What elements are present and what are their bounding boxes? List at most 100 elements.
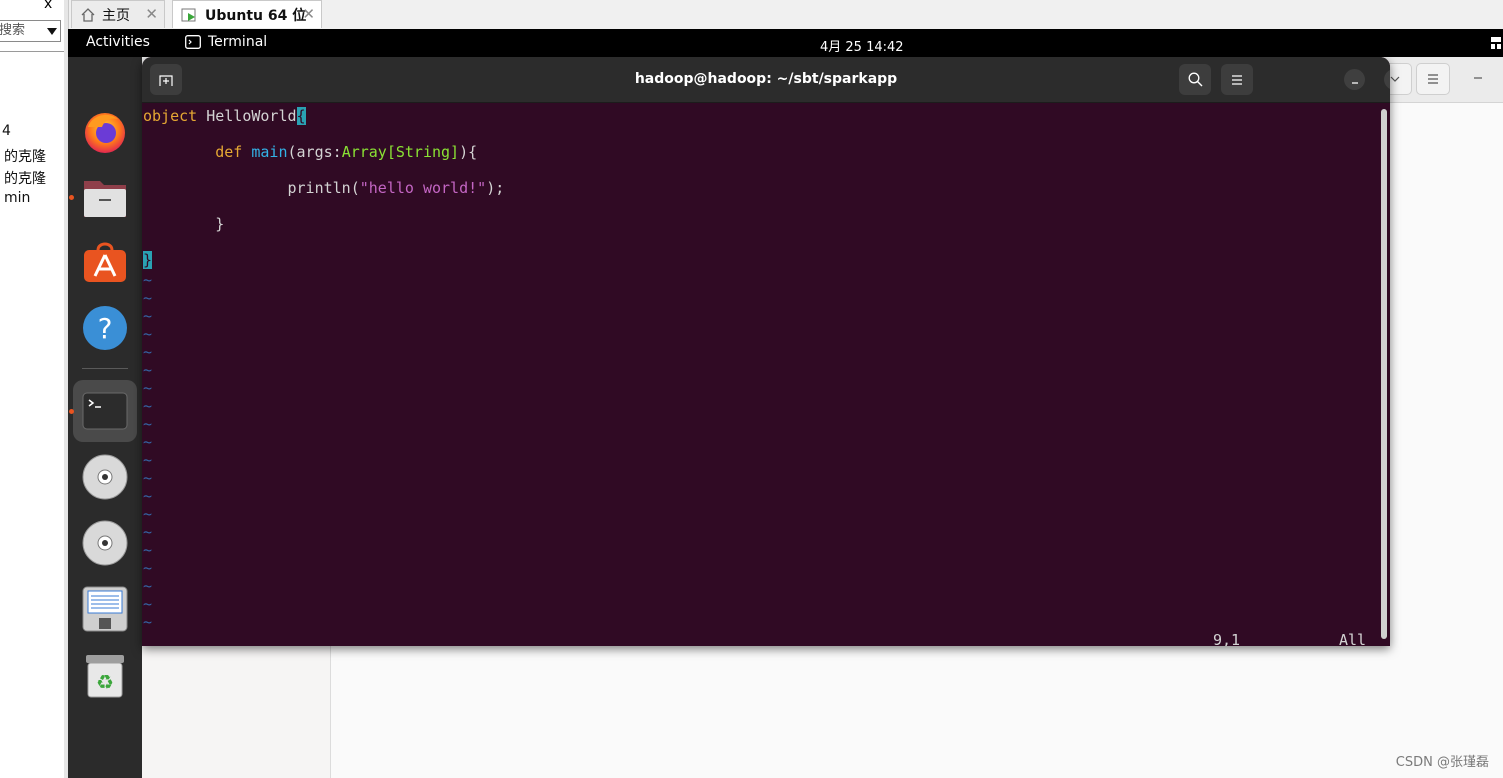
library-item[interactable]: 的克隆 — [4, 146, 46, 166]
call-end: ); — [486, 179, 505, 197]
tilde-marker: ~ — [143, 595, 153, 613]
code-line-2: def main(args:Array[String]){ — [143, 143, 477, 161]
keyword: def — [215, 143, 243, 161]
home-icon — [80, 7, 96, 23]
code-line-1: object HelloWorld{ — [143, 107, 306, 125]
dock-help[interactable]: ? — [73, 297, 137, 359]
cdrom-icon — [82, 520, 128, 566]
ubuntu-dock: ? ♻ — [68, 57, 142, 778]
dock-firefox[interactable] — [73, 101, 137, 163]
vm-play-icon — [181, 7, 199, 23]
tab-home[interactable]: 主页 ✕ — [71, 0, 165, 28]
dock-trash[interactable]: ♻ — [73, 645, 137, 707]
keyword: object — [143, 107, 198, 125]
cursor-position: 9,1 — [1213, 631, 1241, 646]
identifier: HelloWorld — [197, 107, 297, 125]
files-icon — [84, 181, 126, 217]
library-search-input[interactable]: 搜索 — [0, 20, 61, 42]
close-icon[interactable]: ✕ — [145, 5, 158, 23]
tilde-marker: ~ — [143, 289, 153, 307]
activities-button[interactable]: Activities — [86, 34, 150, 50]
tilde-marker: ~ — [143, 541, 153, 559]
search-icon — [1188, 72, 1202, 87]
vm-tab-strip: 主页 ✕ Ubuntu 64 位 ✕ — [69, 0, 1503, 30]
dock-separator — [82, 368, 128, 369]
chevron-down-icon[interactable] — [47, 28, 57, 35]
tab-ubuntu-vm[interactable]: Ubuntu 64 位 ✕ — [172, 0, 322, 28]
watermark: CSDN @张瑾磊 — [1395, 755, 1489, 770]
library-item[interactable]: min — [4, 190, 30, 206]
clock[interactable]: 4月 25 14:42 — [820, 36, 904, 55]
cdrom-icon — [82, 454, 128, 500]
tilde-marker: ~ — [143, 613, 153, 631]
cursor-brace: } — [143, 251, 153, 269]
code-line-3: println("hello world!"); — [143, 179, 505, 197]
dock-app-center[interactable] — [73, 231, 137, 293]
minimize-icon[interactable] — [1462, 63, 1494, 93]
dock-files[interactable] — [73, 167, 137, 229]
tilde-marker: ~ — [143, 433, 153, 451]
scroll-position: All — [1339, 631, 1367, 646]
dock-terminal[interactable] — [73, 380, 137, 442]
tilde-marker: ~ — [143, 325, 153, 343]
tilde-marker: ~ — [143, 469, 153, 487]
library-item[interactable]: 4 — [2, 123, 11, 139]
terminal-icon — [82, 392, 128, 430]
tilde-marker: ~ — [143, 379, 153, 397]
menu-button[interactable] — [1416, 63, 1450, 95]
tilde-marker: ~ — [143, 397, 153, 415]
tilde-marker: ~ — [143, 451, 153, 469]
dock-disk-image[interactable] — [73, 578, 137, 640]
params-end: ){ — [459, 143, 478, 161]
tilde-marker: ~ — [143, 577, 153, 595]
guest-screen: Activities Terminal 4月 25 14:42 ? ♻ hado… — [68, 29, 1503, 778]
system-menu-icon[interactable] — [1491, 35, 1501, 55]
library-search-placeholder: 搜索 — [0, 23, 26, 38]
tilde-marker: ~ — [143, 523, 153, 541]
menu-button[interactable] — [1221, 64, 1253, 95]
library-close-button[interactable]: x — [44, 0, 52, 12]
hamburger-icon — [1232, 74, 1242, 85]
library-item[interactable]: 的克隆 — [4, 168, 46, 188]
tilde-marker: ~ — [143, 271, 153, 289]
app-name: Terminal — [208, 34, 268, 50]
running-indicator — [69, 195, 74, 200]
minimize-icon — [1351, 81, 1358, 84]
app-menu-terminal[interactable]: Terminal — [185, 34, 267, 50]
app-center-icon — [84, 242, 126, 282]
tilde-marker: ~ — [143, 487, 153, 505]
close-icon[interactable]: ✕ — [302, 5, 315, 23]
code-line-5: } — [143, 251, 153, 269]
tilde-marker: ~ — [143, 361, 153, 379]
tab-label: 主页 — [102, 7, 130, 24]
scrollbar[interactable] — [1381, 109, 1387, 639]
string-literal: "hello world!" — [359, 179, 487, 197]
terminal-window[interactable]: hadoop@hadoop: ~/sbt/sparkapp object Hel… — [142, 57, 1390, 646]
tilde-marker: ~ — [143, 415, 153, 433]
help-icon: ? — [83, 306, 127, 350]
search-button[interactable] — [1179, 64, 1211, 95]
svg-text:?: ? — [98, 312, 113, 345]
tilde-marker: ~ — [143, 343, 153, 361]
divider — [0, 51, 64, 52]
params: (args: — [287, 143, 342, 161]
tilde-marker: ~ — [143, 559, 153, 577]
dock-cdrom-1[interactable] — [73, 446, 137, 508]
code-line-4: } — [143, 215, 225, 233]
trash-icon: ♻ — [86, 655, 124, 698]
running-indicator — [69, 409, 74, 414]
terminal-small-icon — [185, 35, 201, 49]
tab-label: Ubuntu 64 位 — [205, 7, 307, 24]
tilde-marker: ~ — [143, 307, 153, 325]
svg-text:♻: ♻ — [96, 670, 114, 694]
call: println( — [287, 179, 360, 197]
minimize-button[interactable] — [1344, 69, 1365, 90]
dock-cdrom-2[interactable] — [73, 512, 137, 574]
terminal-header-bar[interactable]: hadoop@hadoop: ~/sbt/sparkapp — [142, 57, 1390, 103]
firefox-icon — [85, 113, 125, 153]
type-name: Array[String] — [341, 143, 460, 161]
gnome-top-bar: Activities Terminal 4月 25 14:42 — [68, 29, 1503, 57]
terminal-text-area[interactable]: object HelloWorld{ def main(args:Array[S… — [142, 103, 1380, 646]
